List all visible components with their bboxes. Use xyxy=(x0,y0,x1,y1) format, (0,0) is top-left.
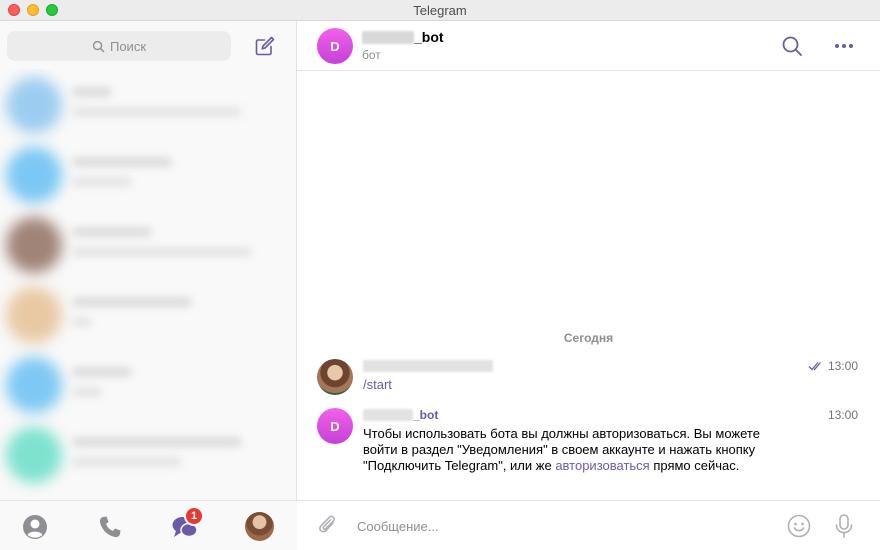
bot-avatar[interactable]: D xyxy=(317,408,353,444)
message-sender[interactable] xyxy=(363,359,493,373)
avatar[interactable] xyxy=(317,359,353,395)
chat-list xyxy=(0,69,297,499)
chat-title[interactable]: _bot xyxy=(362,29,444,45)
message-input[interactable] xyxy=(357,513,757,539)
chat-list-item[interactable] xyxy=(0,349,297,419)
title-bar: Telegram xyxy=(0,0,880,21)
avatar xyxy=(6,357,62,413)
chat-list-item[interactable] xyxy=(0,279,297,349)
redacted-name xyxy=(363,360,493,372)
message-time: 13:00 xyxy=(808,359,858,373)
avatar xyxy=(6,287,62,343)
chat-title-suffix: _bot xyxy=(414,29,444,45)
message-sender-suffix: _bot xyxy=(413,408,439,422)
person-icon xyxy=(23,515,47,539)
paperclip-icon[interactable] xyxy=(317,514,339,538)
message-input-bar xyxy=(297,500,880,550)
bottom-tab-bar: 1 xyxy=(0,500,297,550)
phone-icon xyxy=(99,516,121,538)
message-text: Чтобы использовать бота вы должны автори… xyxy=(363,426,793,474)
message-row: 13:00 /start xyxy=(317,359,862,397)
emoji-icon[interactable] xyxy=(787,514,811,538)
tab-settings-avatar[interactable] xyxy=(245,512,274,541)
command-link[interactable]: /start xyxy=(363,377,392,392)
chat-header: D _bot бот xyxy=(297,21,880,71)
tab-contacts[interactable] xyxy=(21,513,49,541)
search-icon[interactable] xyxy=(781,35,803,57)
bot-avatar[interactable]: D xyxy=(317,28,353,64)
avatar xyxy=(6,77,62,133)
authorize-link[interactable]: авторизоваться xyxy=(555,458,649,473)
message-sender[interactable]: _bot xyxy=(363,408,438,422)
search-icon xyxy=(92,40,105,52)
telegram-window: Telegram Поиск 1 D _bot бот Сегодня 13:0… xyxy=(0,0,880,550)
double-check-icon xyxy=(808,362,821,371)
chat-list-item[interactable] xyxy=(0,139,297,209)
redacted-name xyxy=(362,30,414,44)
message-text-part2: прямо сейчас. xyxy=(649,458,740,473)
message-time: 13:00 xyxy=(828,408,858,422)
date-separator: Сегодня xyxy=(563,331,614,345)
sidebar: Поиск 1 xyxy=(0,21,297,550)
avatar xyxy=(6,427,62,483)
message-time-label: 13:00 xyxy=(827,408,858,422)
tab-calls[interactable] xyxy=(96,513,124,541)
chat-pane: D _bot бот Сегодня 13:00 /start D _bot 1… xyxy=(297,21,880,550)
avatar xyxy=(6,217,62,273)
more-icon[interactable] xyxy=(833,39,855,53)
compose-icon[interactable] xyxy=(254,35,276,57)
redacted-name xyxy=(363,409,413,421)
chat-list-item[interactable] xyxy=(0,209,297,279)
microphone-icon[interactable] xyxy=(834,513,854,539)
chat-list-item[interactable] xyxy=(0,419,297,489)
message-text: /start xyxy=(363,377,793,393)
avatar xyxy=(6,147,62,203)
search-field[interactable]: Поиск xyxy=(7,31,231,61)
search-placeholder: Поиск xyxy=(109,38,147,54)
chat-list-item[interactable] xyxy=(0,69,297,139)
window-title: Telegram xyxy=(413,3,467,18)
message-row: D _bot 13:00 Чтобы использовать бота вы … xyxy=(317,408,862,478)
message-time-label: 13:00 xyxy=(827,359,858,373)
unread-badge: 1 xyxy=(184,506,204,526)
chat-status: бот xyxy=(362,48,381,62)
